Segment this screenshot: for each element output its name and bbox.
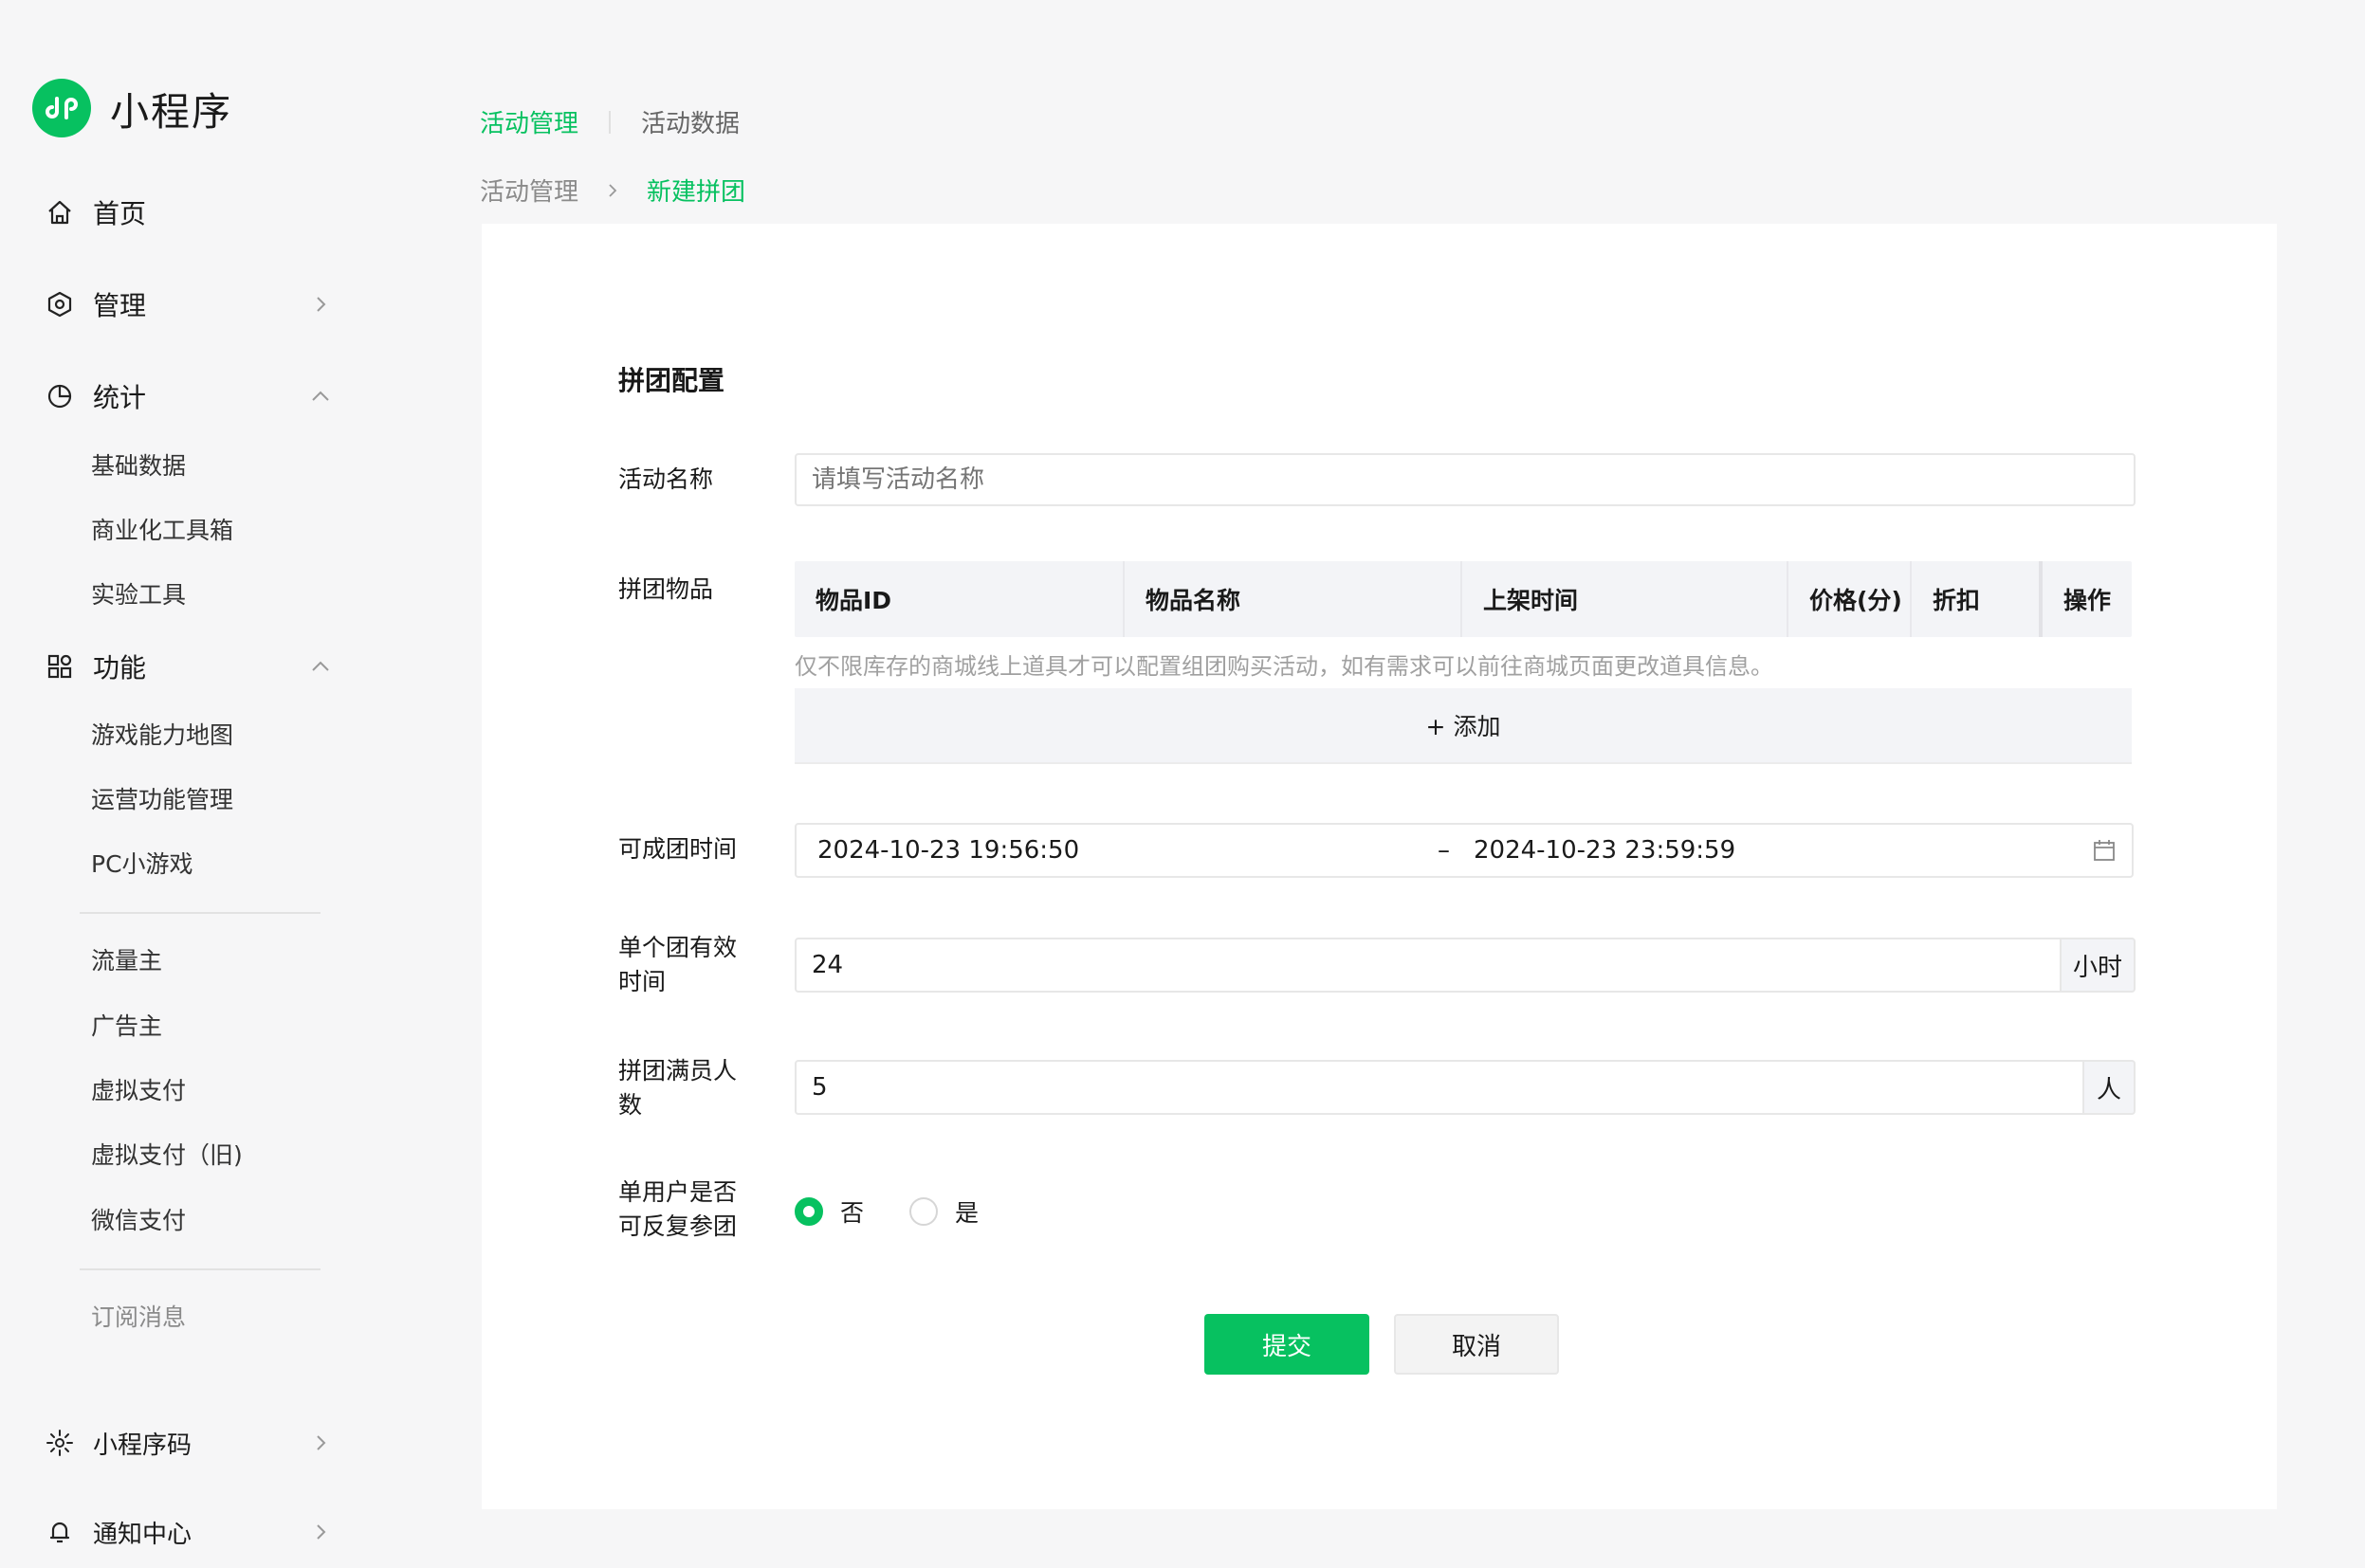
nav-label-qrcode: 小程序码 [93,1431,192,1460]
brand-name: 小程序 [110,89,232,135]
top-tabs: 活动管理 活动数据 [480,104,740,139]
breadcrumb-parent[interactable]: 活动管理 [480,173,578,208]
chevron-right-icon [303,1515,338,1549]
table-header: 物品ID 物品名称 上架时间 价格(分) 折扣 操作 [795,561,2132,637]
radio-checked-icon [795,1197,823,1226]
sub-item-experiment-tools[interactable]: 实验工具 [91,576,186,614]
column-header-item-id: 物品ID [795,561,1125,637]
sub-item-operations[interactable]: 运营功能管理 [91,781,233,819]
sub-item-subscribe-message[interactable]: 订阅消息 [91,1299,186,1337]
nav-item-stats[interactable]: 统计 [44,370,338,423]
nav-item-home[interactable]: 首页 [44,186,338,239]
repeat-join-radio-group: 否 是 [795,1194,1013,1229]
repeat-join-label-line2: 可反复参团 [618,1212,738,1240]
nav-label-notifications: 通知中心 [93,1520,192,1549]
valid-time-group: 24 小时 [795,938,2136,993]
home-icon [44,196,76,228]
sub-item-virtual-payment[interactable]: 虚拟支付 [91,1072,186,1110]
nav-item-functions[interactable]: 功能 [44,640,338,693]
grid-apps-icon [44,650,76,683]
full-count-group: 5 人 [795,1060,2136,1115]
nav-item-notifications[interactable]: 通知中心 [44,1505,338,1559]
tab-activity-data[interactable]: 活动数据 [641,104,740,139]
miniprogram-logo-icon [32,79,91,137]
sidebar-divider [80,912,321,914]
brand[interactable]: 小程序 [32,79,232,137]
items-table: 物品ID 物品名称 上架时间 价格(分) 折扣 操作 仅不限库存的商城线上道具才… [795,561,2132,764]
repeat-join-label-line1: 单用户是否 [618,1178,738,1206]
full-count-label-line1: 拼团满员人 [618,1057,738,1085]
chevron-up-icon [303,379,338,413]
form-card: 拼团配置 活动名称 拼团物品 物品ID 物品名称 上架时间 价格(分) 折扣 操… [482,224,2277,1509]
radio-yes-label: 是 [955,1199,980,1227]
sub-item-capability-map[interactable]: 游戏能力地图 [91,717,233,755]
radio-unchecked-icon [909,1197,939,1226]
pie-chart-icon [44,380,76,412]
sub-item-advertiser[interactable]: 广告主 [91,1008,162,1046]
activity-name-input[interactable] [795,453,2136,506]
radio-yes[interactable]: 是 [909,1194,979,1229]
add-item-button[interactable]: + 添加 [795,688,2132,764]
group-time-label: 可成团时间 [618,835,738,863]
full-count-label: 拼团满员人 数 [618,1054,751,1122]
activity-name-label: 活动名称 [618,465,714,493]
sub-item-virtual-payment-old[interactable]: 虚拟支付（旧) [91,1137,243,1175]
column-header-actions: 操作 [2063,587,2112,614]
nav-label-stats: 统计 [93,382,147,413]
qrcode-sun-icon [44,1427,76,1459]
valid-time-label-line1: 单个团有效 [618,934,738,961]
tab-activity-management[interactable]: 活动管理 [480,104,578,139]
sub-item-basic-data[interactable]: 基础数据 [91,447,186,485]
calendar-icon[interactable] [2090,836,2118,865]
sub-item-commerce-toolbox[interactable]: 商业化工具箱 [91,512,233,550]
sidebar: 小程序 首页 管理 统计 基础数据 商业化工具箱 实验工具 功能 游戏能力地图 … [0,0,379,1568]
end-time-field[interactable]: 2024-10-23 23:59:59 [1474,825,1735,876]
full-count-unit: 人 [2084,1060,2136,1115]
full-count-label-line2: 数 [618,1091,643,1119]
breadcrumb-current: 新建拼团 [647,178,746,207]
chevron-right-icon [603,181,622,200]
column-header-price: 价格(分) [1788,561,1912,637]
items-hint: 仅不限库存的商城线上道具才可以配置组团购买活动，如有需求可以前往商城页面更改道具… [795,653,1773,680]
valid-time-unit: 小时 [2062,938,2136,993]
chevron-up-icon [303,649,338,684]
valid-time-label-line2: 时间 [618,968,667,995]
repeat-join-label: 单用户是否 可反复参团 [618,1176,751,1244]
chevron-right-icon [303,1426,338,1460]
nav-item-qrcode[interactable]: 小程序码 [44,1416,338,1469]
column-header-listing-time: 上架时间 [1462,561,1788,637]
group-items-label: 拼团物品 [618,575,714,603]
radio-no[interactable]: 否 [795,1194,864,1229]
sub-item-pc-game[interactable]: PC小游戏 [91,846,193,884]
column-header-item-name: 物品名称 [1125,561,1462,637]
section-title: 拼团配置 [618,365,725,396]
nav-label-home: 首页 [93,198,147,229]
valid-time-label: 单个团有效 时间 [618,931,751,999]
column-header-discount: 折扣 [1912,561,2043,637]
chevron-right-icon [303,287,338,321]
nav-item-manage[interactable]: 管理 [44,278,338,331]
tab-divider [609,110,612,134]
cancel-button[interactable]: 取消 [1394,1314,1559,1375]
bell-icon [44,1516,76,1548]
submit-button[interactable]: 提交 [1204,1314,1369,1375]
radio-no-label: 否 [840,1199,865,1227]
nav-label-manage: 管理 [93,290,147,321]
sub-item-wechat-pay[interactable]: 微信支付 [91,1202,186,1240]
start-time-field[interactable]: 2024-10-23 19:56:50 [817,825,1079,876]
settings-hexagon-icon [44,288,76,320]
sidebar-divider [80,1268,321,1270]
date-range-picker[interactable]: 2024-10-23 19:56:50 – 2024-10-23 23:59:5… [795,823,2134,878]
breadcrumb: 活动管理 新建拼团 [480,173,745,208]
nav-label-functions: 功能 [93,652,147,684]
valid-time-input[interactable]: 24 [795,938,2062,993]
full-count-input[interactable]: 5 [795,1060,2084,1115]
range-separator: – [1438,836,1450,865]
sub-item-traffic-owner[interactable]: 流量主 [91,942,162,980]
